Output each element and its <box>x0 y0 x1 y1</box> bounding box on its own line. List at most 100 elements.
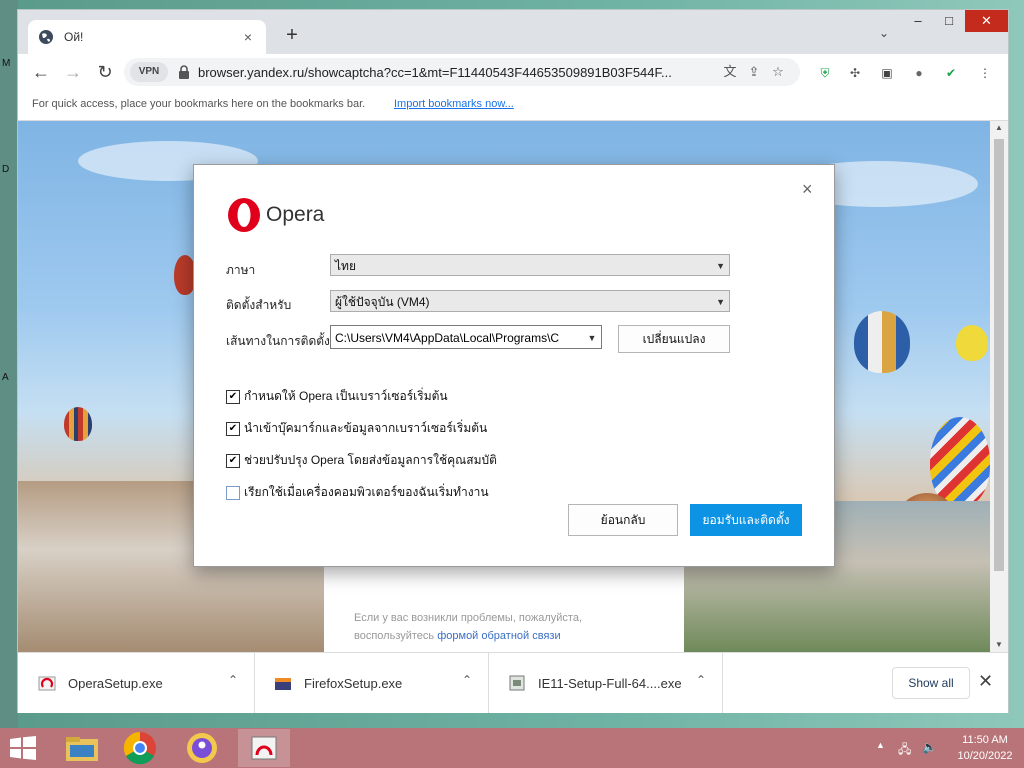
reload-button[interactable]: ↻ <box>94 61 116 83</box>
extensions-puzzle-icon[interactable]: ✣ <box>846 64 864 82</box>
browser-toolbar: ← → ↻ VPN browser.yandex.ru/showcaptcha?… <box>18 54 1008 90</box>
profile-avatar-icon[interactable]: ● <box>910 64 928 82</box>
security-shield-icon[interactable]: ✔ <box>942 64 960 82</box>
chrome-icon[interactable] <box>114 729 166 767</box>
install-path-field[interactable]: C:\Users\VM4\AppData\Local\Programs\C ▼ <box>330 325 602 349</box>
opera-setup-icon <box>38 676 56 691</box>
share-icon[interactable]: ⇪ <box>742 62 766 82</box>
feedback-text: Если у вас возникли проблемы, пожалуйста… <box>354 609 654 645</box>
download-filename: FirefoxSetup.exe <box>304 675 403 691</box>
option-send-usage-data[interactable]: ✔ ช่วยปรับปรุง Opera โดยส่งข้อมูลการใช้ค… <box>226 451 497 470</box>
download-filename: IE11-Setup-Full-64....exe <box>538 675 682 691</box>
close-tab-icon[interactable]: × <box>238 29 258 45</box>
bookmark-star-icon[interactable]: ☆ <box>766 62 790 82</box>
minimize-button[interactable]: ‒ <box>903 10 933 32</box>
globe-icon <box>39 30 53 44</box>
option-run-at-startup[interactable]: เรียกใช้เมื่อเครื่องคอมพิวเตอร์ของฉันเริ… <box>226 483 489 502</box>
chevron-down-icon: ▼ <box>586 326 598 348</box>
back-button[interactable]: ← <box>30 61 52 83</box>
tab-strip: Ой! × + ⌄ ‒ □ ✕ <box>18 10 1008 54</box>
accept-and-install-button[interactable]: ยอมรับและติดตั้ง <box>690 504 802 536</box>
opera-logo-icon <box>228 198 260 232</box>
checkbox-checked[interactable]: ✔ <box>226 389 240 404</box>
scroll-thumb[interactable] <box>994 139 1004 571</box>
new-tab-button[interactable]: + <box>280 24 304 48</box>
option-label: ช่วยปรับปรุง Opera โดยส่งข้อมูลการใช้คุณ… <box>244 453 497 467</box>
chevron-up-icon[interactable]: ⌃ <box>462 673 472 687</box>
install-for-value: ผู้ใช้ปัจจุบัน (VM4) <box>335 295 430 309</box>
balloon-image <box>930 417 990 507</box>
tab-search-button[interactable]: ⌄ <box>874 26 894 46</box>
taskbar: ▲ 🖧 🔈 11:50 AM 10/20/2022 <box>0 728 1024 768</box>
desktop-background: M D A <box>0 0 18 728</box>
install-path-value: C:\Users\VM4\AppData\Local\Programs\C <box>335 331 560 345</box>
import-bookmarks-link[interactable]: Import bookmarks now... <box>394 98 514 110</box>
download-item[interactable]: FirefoxSetup.exe ⌃ <box>254 653 489 713</box>
back-button[interactable]: ย้อนกลับ <box>568 504 678 536</box>
side-panel-icon[interactable]: ▣ <box>878 64 896 82</box>
lock-icon[interactable] <box>178 65 190 79</box>
install-path-label: เส้นทางในการติดตั้ง <box>226 334 330 348</box>
clock-time: 11:50 AM <box>962 734 1008 746</box>
language-value: ไทย <box>335 259 356 273</box>
checkbox-checked[interactable]: ✔ <box>226 421 240 436</box>
volume-icon[interactable]: 🔈 <box>922 740 937 754</box>
balloon-image <box>64 407 92 441</box>
download-item[interactable]: IE11-Setup-Full-64....exe ⌃ <box>488 653 723 713</box>
show-all-downloads-button[interactable]: Show all <box>892 667 970 699</box>
bookmarks-bar: For quick access, place your bookmarks h… <box>18 90 1008 121</box>
chevron-up-icon[interactable]: ⌃ <box>228 673 238 687</box>
install-for-label: ติดตั้งสำหรับ <box>226 298 292 312</box>
option-default-browser[interactable]: ✔ กำหนดให้ Opera เป็นเบราว์เซอร์เริ่มต้น <box>226 387 448 406</box>
checkbox-unchecked[interactable] <box>226 485 240 500</box>
menu-kebab-icon[interactable]: ⋮ <box>976 64 994 82</box>
forward-button[interactable]: → <box>62 61 84 83</box>
downloads-bar: OperaSetup.exe ⌃ FirefoxSetup.exe ⌃ IE11… <box>18 652 1008 713</box>
download-item[interactable]: OperaSetup.exe ⌃ <box>18 653 255 713</box>
checkbox-checked[interactable]: ✔ <box>226 453 240 468</box>
clock-date: 10/20/2022 <box>957 750 1013 762</box>
feedback-form-link[interactable]: формой обратной связи <box>437 630 560 642</box>
chevron-down-icon: ▼ <box>716 297 725 307</box>
opera-installer-dialog: × Opera ภาษา ไทย ▼ ติดตั้งสำหรับ ผู้ใช้ป… <box>193 164 835 567</box>
close-downloads-icon[interactable]: ✕ <box>978 671 993 692</box>
close-dialog-icon[interactable]: × <box>802 179 813 200</box>
windows-start-icon[interactable] <box>8 736 38 760</box>
desktop-icon-label[interactable]: D <box>2 164 9 175</box>
url-text[interactable]: browser.yandex.ru/showcaptcha?cc=1&mt=F1… <box>198 65 718 80</box>
opera-brand-name: Opera <box>266 203 325 226</box>
scroll-down-icon[interactable]: ▼ <box>990 638 1008 652</box>
opera-installer-taskbar-icon[interactable] <box>238 729 290 767</box>
option-label: กำหนดให้ Opera เป็นเบราว์เซอร์เริ่มต้น <box>244 389 448 403</box>
chevron-up-icon[interactable]: ⌃ <box>696 673 706 687</box>
file-explorer-icon[interactable] <box>56 729 108 767</box>
translate-icon[interactable]: 文 <box>718 62 742 82</box>
option-import-bookmarks[interactable]: ✔ นำเข้าบุ๊คมาร์กและข้อมูลจากเบราว์เซอร์… <box>226 419 487 438</box>
scroll-up-icon[interactable]: ▲ <box>990 121 1008 135</box>
change-path-button[interactable]: เปลี่ยนแปลง <box>618 325 730 353</box>
yandex-browser-icon[interactable] <box>176 729 228 767</box>
network-icon[interactable]: 🖧 <box>898 740 911 761</box>
language-select[interactable]: ไทย ▼ <box>330 254 730 276</box>
address-bar[interactable]: VPN browser.yandex.ru/showcaptcha?cc=1&m… <box>124 58 800 86</box>
browser-tab[interactable]: Ой! × <box>28 20 266 54</box>
ie-setup-icon <box>509 675 525 691</box>
maximize-button[interactable]: □ <box>934 10 964 32</box>
desktop-icon-label[interactable]: A <box>2 372 9 383</box>
download-filename: OperaSetup.exe <box>68 675 163 691</box>
page-scrollbar[interactable]: ▲ ▼ <box>990 121 1008 652</box>
install-for-select[interactable]: ผู้ใช้ปัจจุบัน (VM4) ▼ <box>330 290 730 312</box>
option-label: นำเข้าบุ๊คมาร์กและข้อมูลจากเบราว์เซอร์เร… <box>244 421 488 435</box>
adblock-extension-icon[interactable]: ⛨ <box>816 64 834 82</box>
option-label: เรียกใช้เมื่อเครื่องคอมพิวเตอร์ของฉันเริ… <box>244 485 489 499</box>
balloon-image <box>956 325 988 361</box>
bookmarks-hint: For quick access, place your bookmarks h… <box>32 98 366 110</box>
chevron-down-icon: ▼ <box>716 261 725 271</box>
tray-expand-icon[interactable]: ▲ <box>876 740 885 750</box>
firefox-setup-icon <box>275 678 291 690</box>
vpn-badge[interactable]: VPN <box>130 62 168 82</box>
desktop-icon-label[interactable]: M <box>2 58 10 69</box>
language-label: ภาษา <box>226 263 256 277</box>
close-window-button[interactable]: ✕ <box>965 10 1008 32</box>
taskbar-clock[interactable]: 11:50 AM 10/20/2022 <box>950 732 1020 764</box>
